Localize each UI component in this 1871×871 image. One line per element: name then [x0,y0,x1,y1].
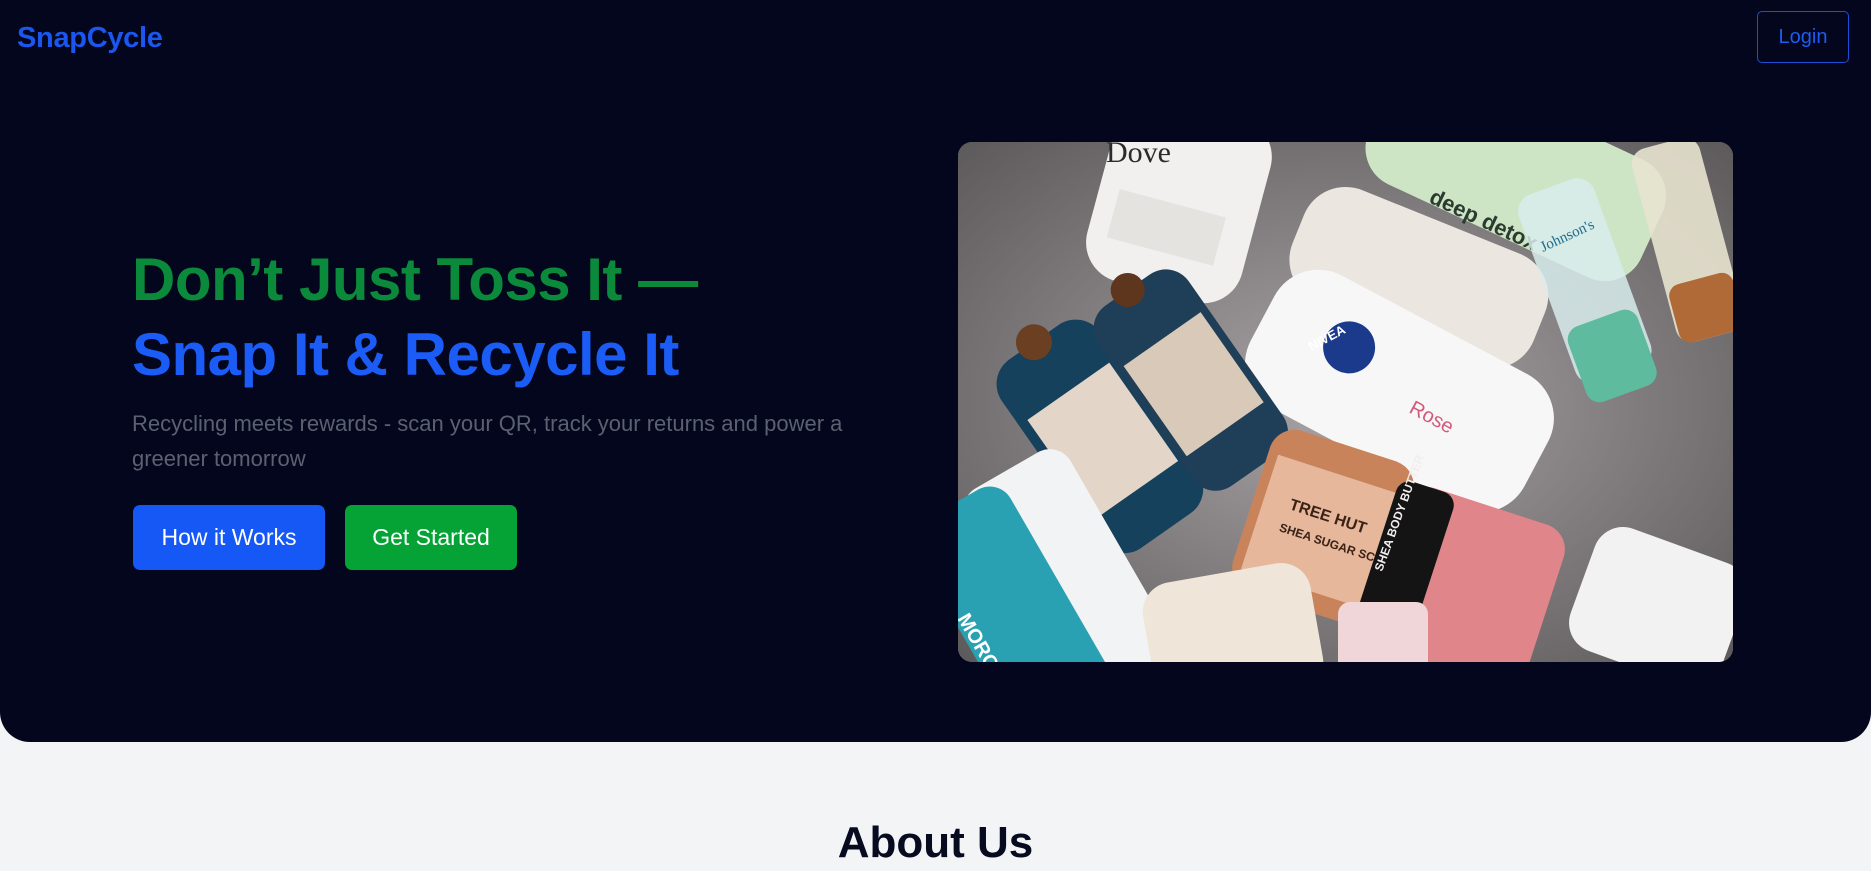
hero-headline: Don’t Just Toss It — Snap It & Recycle I… [132,242,698,392]
dove-label: Dove [1106,142,1171,169]
headline-line-1: Don’t Just Toss It — [132,246,698,313]
product-bottles-photo-icon: Dove deep detox NIVEA Rose Johnson's TRE… [958,142,1733,662]
about-us-heading: About Us [837,818,1034,867]
how-it-works-button[interactable]: How it Works [133,505,325,570]
brand-logo[interactable]: SnapCycle [17,22,163,55]
login-button[interactable]: Login [1757,11,1849,63]
hero-section: SnapCycle Login Don’t Just Toss It — Sna… [0,0,1871,742]
hero-product-image: Dove deep detox NIVEA Rose Johnson's TRE… [958,142,1733,662]
get-started-button[interactable]: Get Started [345,505,517,570]
hero-subtext: Recycling meets rewards - scan your QR, … [132,411,843,471]
headline-line-2: Snap It & Recycle It [132,321,679,388]
